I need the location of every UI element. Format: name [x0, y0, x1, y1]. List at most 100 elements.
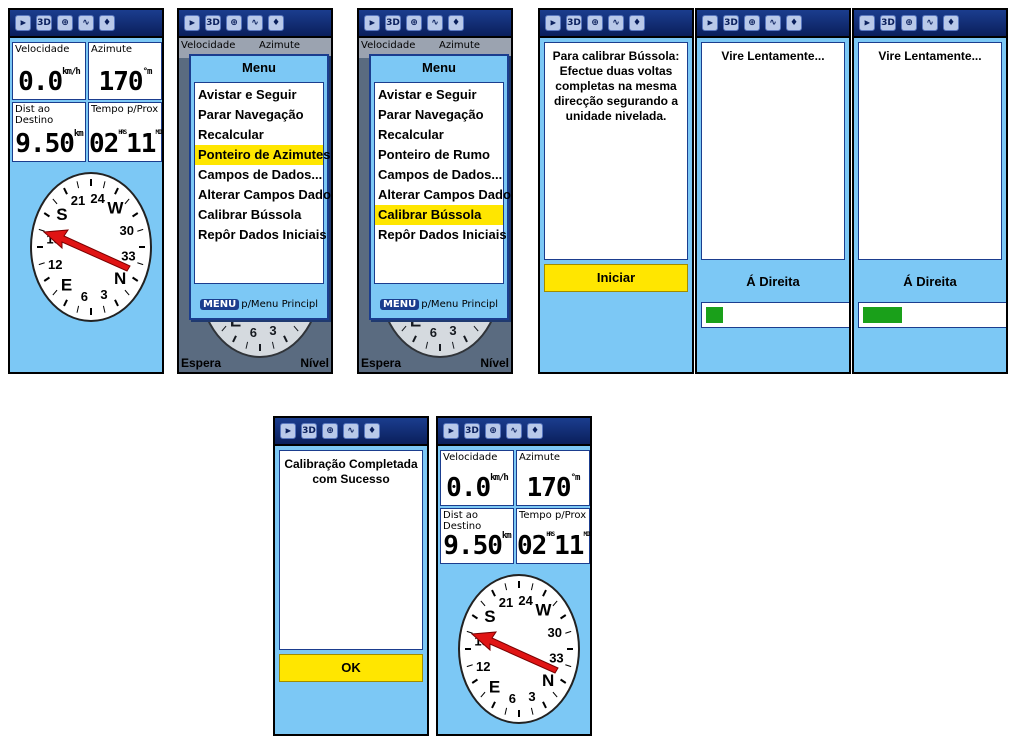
start-button[interactable]: Iniciar	[544, 264, 688, 292]
dial-label: 24	[518, 593, 533, 608]
speed-label: Velocidade	[361, 40, 416, 51]
speed-unit: km/h	[490, 473, 509, 483]
dial-tick	[401, 325, 407, 332]
menu-item[interactable]: Recalcular	[195, 125, 323, 145]
dial-tick	[52, 289, 58, 296]
3d-icon: 3D	[880, 15, 896, 31]
dial-tick	[552, 691, 558, 698]
options-menu: Menu Avistar e Seguir Parar Navegação Reca…	[189, 54, 331, 320]
dial-label: 30	[547, 625, 561, 640]
menu-item[interactable]: Campos de Dados...	[195, 165, 323, 185]
dial-label: N	[114, 269, 126, 288]
menu-item[interactable]: Repôr Dados Iniciais	[195, 225, 327, 245]
dial-tick	[124, 289, 130, 296]
dial-label: 3	[528, 689, 535, 704]
menu-item[interactable]: Ponteiro de Azimutes	[195, 145, 330, 165]
hold-label: Espera	[181, 356, 222, 370]
dial-label: 6	[509, 691, 516, 706]
dial-tick	[530, 707, 534, 715]
menu-item[interactable]: Calibrar Bússola	[375, 205, 503, 225]
menu-hint-text: p/Menu Principl	[421, 299, 499, 310]
speed-field[interactable]: Velocidade 0.0km/h	[440, 450, 514, 506]
dial-tick	[451, 341, 455, 349]
calibration-progress-bar	[858, 302, 1006, 328]
3d-icon: 3D	[205, 15, 221, 31]
dial-label: 24	[90, 191, 105, 206]
dial-tick	[473, 325, 479, 332]
dial-tick	[52, 198, 58, 205]
calibration-progress-screen-1: ⫸ 3D ⊕ ∿ ♦ Vire Lentamente... Á Direita	[695, 8, 851, 374]
dial-tick	[466, 630, 473, 634]
gps-signal-icon: ⫸	[545, 15, 561, 31]
dial-tick	[102, 181, 106, 189]
menu-key-icon: MENU	[379, 299, 420, 310]
menu-item[interactable]: Ponteiro de Rumo	[375, 145, 503, 165]
time-field[interactable]: Tempo p/Prox 02HRS11MIN	[88, 102, 162, 162]
direction-label: Á Direita	[903, 274, 957, 289]
dial-label: W	[107, 199, 124, 218]
dial-tick	[271, 341, 275, 349]
heading-field[interactable]: Azimute 170°m	[516, 450, 590, 506]
dial-tick	[63, 299, 68, 307]
distance-value: 9.50	[15, 129, 75, 159]
menu-item[interactable]: Avistar e Seguir	[375, 85, 503, 105]
dial-tick	[542, 701, 547, 709]
menu-item[interactable]: Calibrar Bússola	[195, 205, 323, 225]
dial-tick	[132, 276, 139, 282]
progress-fill	[706, 307, 723, 323]
menu-screen-a: ⫸ 3D ⊕ ∿ ♦ 24W3033N36E1215S21 Espera Nív…	[177, 8, 333, 374]
track-icon: ∿	[506, 423, 522, 439]
screen-body: Vire Lentamente... Á Direita	[854, 38, 1006, 372]
status-bar: ⫸ 3D ⊕ ∿ ♦	[697, 10, 849, 38]
menu-item[interactable]: Recalcular	[375, 125, 503, 145]
3d-icon: 3D	[723, 15, 739, 31]
dial-tick	[137, 262, 144, 266]
speed-field[interactable]: Velocidade 0.0km/h	[12, 42, 86, 100]
distance-field[interactable]: Dist ao Destino 9.50km	[12, 102, 86, 162]
screen-body: Velocidade 0.0km/h Azimute 170°m Dist ao…	[438, 446, 590, 734]
dial-tick	[43, 276, 50, 282]
dial-tick	[530, 583, 534, 591]
dial-tick	[504, 707, 508, 715]
calibration-progress-bar	[701, 302, 849, 328]
track-icon: ∿	[78, 15, 94, 31]
ok-button[interactable]: OK	[279, 654, 423, 682]
trip-computer-screen-2: ⫸ 3D ⊕ ∿ ♦ Velocidade 0.0km/h Azimute 17…	[436, 416, 592, 736]
dial-label: 21	[499, 595, 513, 610]
dial-tick	[560, 678, 567, 684]
heading-field[interactable]: Azimute 170°m	[88, 42, 162, 100]
menu-item[interactable]: Parar Navegação	[195, 105, 323, 125]
time-label: Tempo p/Prox	[91, 104, 159, 115]
compass-icon: ⊕	[744, 15, 760, 31]
time-field[interactable]: Tempo p/Prox 02HRS11MIN	[516, 508, 590, 564]
dial-label: E	[489, 677, 500, 696]
calibration-instruction-text: Para calibrar Bússola: Efectue duas volt…	[544, 42, 688, 260]
waypoint-icon: ♦	[99, 15, 115, 31]
3d-icon: 3D	[566, 15, 582, 31]
compass-footer: Espera Nível	[179, 354, 331, 372]
speed-unit: km/h	[62, 67, 81, 77]
calibration-complete-screen: ⫸ 3D ⊕ ∿ ♦ Calibração Completada com Suc…	[273, 416, 429, 736]
screen-body: Velocidade 0.0km/h Azimute 170°m Dist ao…	[10, 38, 162, 372]
menu-item[interactable]: Repôr Dados Iniciais	[375, 225, 507, 245]
dial-tick	[463, 335, 468, 343]
dial-tick	[480, 600, 486, 607]
heading-unit: °m	[570, 473, 581, 483]
distance-label: Dist ao Destino	[443, 510, 482, 532]
menu-item[interactable]: Campos de Dados...	[375, 165, 503, 185]
heading-label: Azimute	[519, 452, 561, 463]
dial-tick	[137, 228, 144, 232]
menu-screen-b: ⫸ 3D ⊕ ∿ ♦ 24W3033N36E1215S21 Espera Nív…	[357, 8, 513, 374]
time-hours-unit: HRS	[546, 531, 555, 538]
menu-item[interactable]: Avistar e Seguir	[195, 85, 323, 105]
distance-field[interactable]: Dist ao Destino 9.50km	[440, 508, 514, 564]
compass-dial: 24W3033N36E1215S21	[458, 574, 580, 724]
gps-signal-icon: ⫸	[859, 15, 875, 31]
status-bar: ⫸ 3D ⊕ ∿ ♦	[854, 10, 1006, 38]
menu-item[interactable]: Parar Navegação	[375, 105, 503, 125]
menu-item[interactable]: Alterar Campos Dados	[375, 185, 511, 205]
menu-item[interactable]: Alterar Campos Dados	[195, 185, 331, 205]
track-icon: ∿	[427, 15, 443, 31]
status-bar: ⫸ 3D ⊕ ∿ ♦	[275, 418, 427, 446]
dial-tick	[480, 691, 486, 698]
